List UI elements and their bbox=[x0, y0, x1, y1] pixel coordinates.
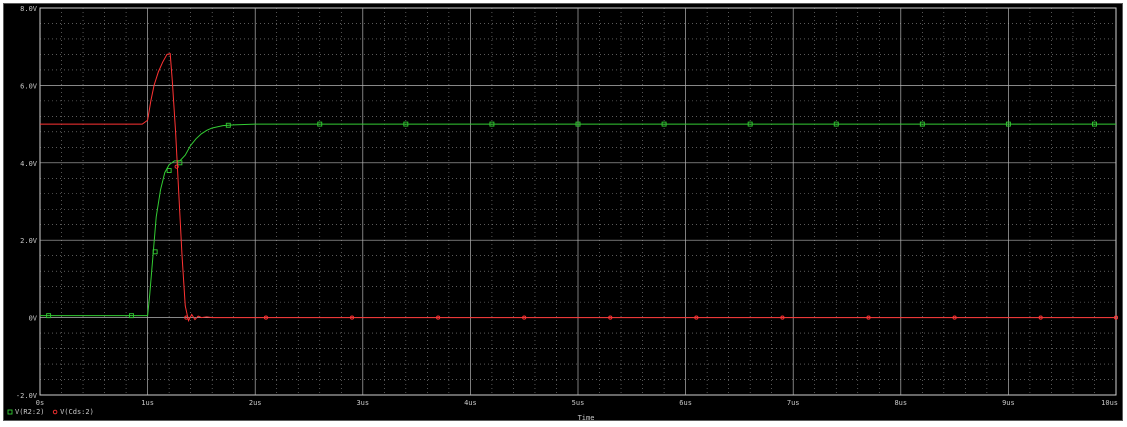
legend-marker-circle bbox=[52, 409, 58, 415]
series-marker-square bbox=[166, 168, 172, 173]
legend-entry-1[interactable]: V(R2:2) bbox=[15, 408, 45, 416]
plot-frame: 0s 1us 2us 3us 4us 5us 6us 7us 8us 9us 10us -2.0V 0V… bbox=[3, 3, 1123, 421]
x-tick-label: 10us bbox=[1101, 399, 1118, 407]
y-tick-label: 2.0V bbox=[20, 237, 38, 245]
x-tick-label: 6us bbox=[679, 399, 692, 407]
y-tick-label: -2.0V bbox=[16, 392, 38, 400]
x-tick-label: 9us bbox=[1002, 399, 1015, 407]
y-tick-label: 4.0V bbox=[20, 160, 38, 168]
legend-entry-2[interactable]: V(Cds:2) bbox=[60, 408, 94, 416]
probe-window: 0s 1us 2us 3us 4us 5us 6us 7us 8us 9us 10us -2.0V 0V… bbox=[0, 0, 1127, 427]
legend-marker-square bbox=[7, 409, 13, 415]
x-tick-label: 0s bbox=[36, 399, 44, 407]
y-tick-label: 0V bbox=[29, 315, 38, 323]
x-tick-label: 4us bbox=[464, 399, 477, 407]
x-tick-label: 5us bbox=[572, 399, 585, 407]
x-tick-label: 2us bbox=[249, 399, 262, 407]
y-tick-label: 6.0V bbox=[20, 82, 38, 90]
x-tick-label: 7us bbox=[787, 399, 800, 407]
x-tick-label: 8us bbox=[894, 399, 907, 407]
x-tick-label: 3us bbox=[356, 399, 369, 407]
y-tick-label: 8.0V bbox=[20, 5, 38, 13]
x-tick-label: 1us bbox=[141, 399, 154, 407]
waveform-chart[interactable]: 0s 1us 2us 3us 4us 5us 6us 7us 8us 9us 10us -2.0V 0V… bbox=[4, 4, 1122, 420]
x-axis-label: Time bbox=[578, 414, 595, 420]
